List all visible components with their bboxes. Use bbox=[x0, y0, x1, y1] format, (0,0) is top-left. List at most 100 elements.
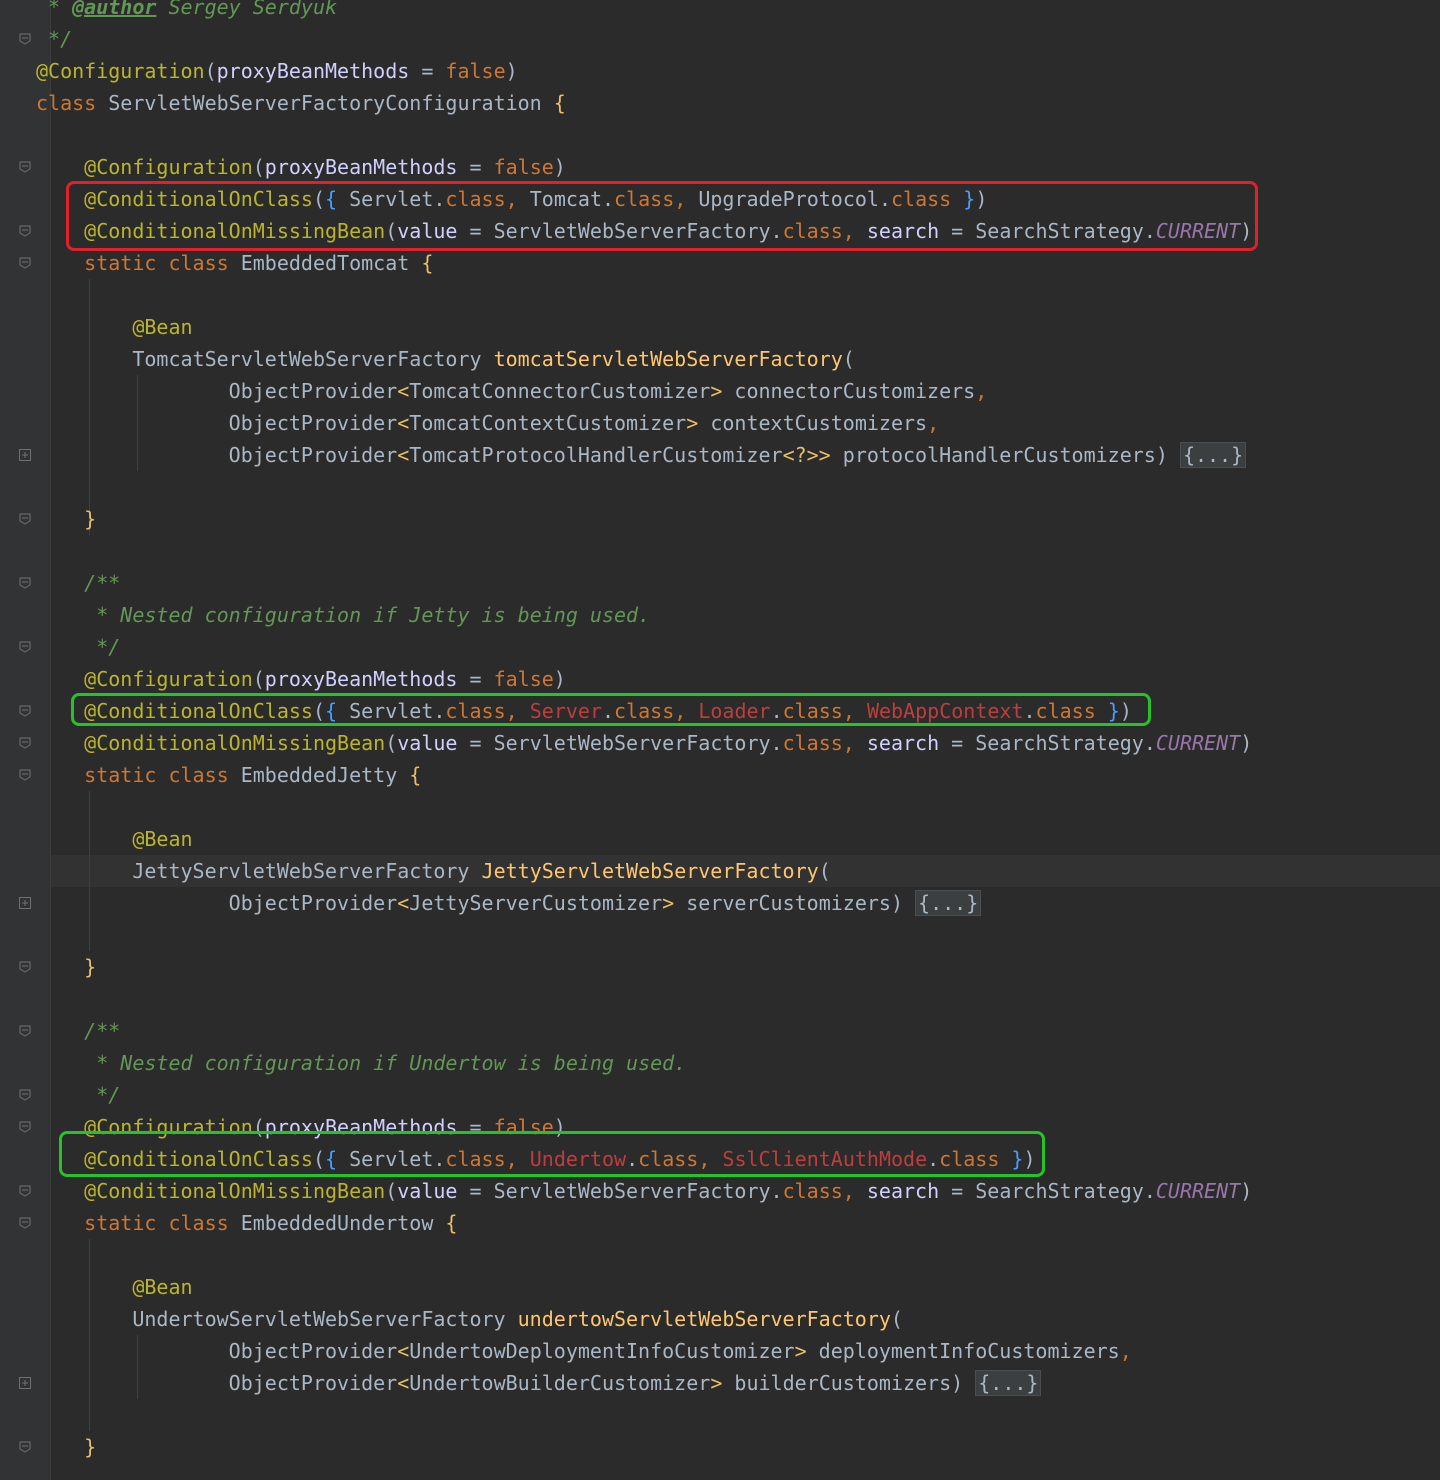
code-token: CURRENT bbox=[1155, 1179, 1241, 1203]
code-token: protocolHandlerCustomizers) bbox=[830, 443, 1180, 467]
code-line[interactable]: */ bbox=[36, 1079, 120, 1111]
code-token: tomcatServletWebServerFactory bbox=[493, 347, 843, 371]
code-token: @Bean bbox=[132, 315, 193, 339]
code-token: EmbeddedUndertow bbox=[240, 1211, 446, 1235]
code-line[interactable]: @Configuration(proxyBeanMethods = false) bbox=[36, 151, 566, 183]
code-token: < bbox=[397, 1339, 410, 1363]
code-line[interactable]: static class EmbeddedUndertow { bbox=[36, 1207, 457, 1239]
code-line[interactable]: * Nested configuration if Jetty is being… bbox=[36, 599, 650, 631]
folded-code-marker[interactable]: {...} bbox=[915, 890, 982, 916]
code-editor[interactable]: * @author Sergey Serdyuk */ @Configuratio… bbox=[0, 0, 1440, 1480]
code-token: < bbox=[397, 1371, 410, 1395]
code-line[interactable]: * @author Sergey Serdyuk bbox=[36, 0, 337, 23]
code-token: TomcatConnectorCustomizer bbox=[409, 379, 711, 403]
code-token: proxyBeanMethods bbox=[264, 667, 458, 691]
code-token: class bbox=[782, 731, 843, 755]
code-line[interactable]: /** bbox=[36, 567, 120, 599]
undertow-highlight-box bbox=[59, 1131, 1045, 1177]
code-token: ( bbox=[818, 859, 831, 883]
code-line[interactable]: */ bbox=[36, 23, 72, 55]
code-line[interactable]: @ConditionalOnMissingBean(value = Servle… bbox=[36, 1175, 1252, 1207]
code-token: TomcatServletWebServerFactory bbox=[36, 347, 494, 371]
code-line[interactable]: * Nested configuration if Undertow is be… bbox=[36, 1047, 686, 1079]
code-token: ) bbox=[1240, 731, 1253, 755]
code-token: ( bbox=[204, 59, 217, 83]
code-token: } bbox=[84, 507, 97, 531]
code-token: @Configuration bbox=[36, 59, 205, 83]
code-token: @Configuration bbox=[84, 667, 253, 691]
code-area[interactable]: * @author Sergey Serdyuk */ @Configuratio… bbox=[0, 0, 1440, 1480]
code-token: value bbox=[397, 1179, 458, 1203]
code-line[interactable]: /** bbox=[36, 1015, 120, 1047]
folded-code-marker[interactable]: {...} bbox=[975, 1370, 1042, 1396]
code-line[interactable]: JettyServletWebServerFactory JettyServle… bbox=[36, 855, 831, 887]
code-line[interactable]: ObjectProvider<UndertowDeploymentInfoCus… bbox=[36, 1335, 1132, 1367]
code-line[interactable]: ObjectProvider<TomcatContextCustomizer> … bbox=[36, 407, 939, 439]
code-line[interactable]: ObjectProvider<UndertowBuilderCustomizer… bbox=[36, 1367, 1042, 1399]
code-line[interactable]: static class EmbeddedJetty { bbox=[36, 759, 421, 791]
code-line[interactable]: } bbox=[36, 1431, 96, 1463]
code-line[interactable]: UndertowServletWebServerFactory undertow… bbox=[36, 1303, 903, 1335]
code-line[interactable]: } bbox=[36, 951, 96, 983]
code-token: { bbox=[445, 1211, 458, 1235]
code-line[interactable]: static class EmbeddedTomcat { bbox=[36, 247, 433, 279]
code-token: , bbox=[927, 411, 940, 435]
code-token: @ConditionalOnMissingBean bbox=[84, 1179, 386, 1203]
code-token: serverCustomizers) bbox=[674, 891, 916, 915]
code-token: * Nested configuration if Jetty is being… bbox=[96, 603, 651, 627]
code-token: ( bbox=[252, 155, 265, 179]
code-token: ObjectProvider bbox=[36, 1371, 398, 1395]
code-line[interactable]: ObjectProvider<TomcatConnectorCustomizer… bbox=[36, 375, 988, 407]
code-token: @ConditionalOnMissingBean bbox=[84, 731, 386, 755]
code-line[interactable]: class ServletWebServerFactoryConfigurati… bbox=[36, 87, 566, 119]
code-token: class bbox=[782, 1179, 843, 1203]
code-token: EmbeddedTomcat bbox=[240, 251, 422, 275]
code-token: = bbox=[457, 155, 494, 179]
code-token: ObjectProvider bbox=[36, 411, 398, 435]
code-line[interactable]: @Configuration(proxyBeanMethods = false) bbox=[36, 663, 566, 695]
code-line[interactable]: @Bean bbox=[36, 1271, 192, 1303]
code-line[interactable]: TomcatServletWebServerFactory tomcatServ… bbox=[36, 343, 855, 375]
code-line[interactable]: ObjectProvider<JettyServerCustomizer> se… bbox=[36, 887, 982, 919]
code-token: ( bbox=[842, 347, 855, 371]
tomcat-highlight-box bbox=[66, 181, 1258, 251]
code-token: = ServletWebServerFactory. bbox=[457, 1179, 783, 1203]
code-line[interactable]: } bbox=[36, 503, 96, 535]
code-token: ObjectProvider bbox=[36, 1339, 398, 1363]
code-token: contextCustomizers bbox=[698, 411, 928, 435]
code-line[interactable]: */ bbox=[36, 631, 120, 663]
code-token: */ bbox=[96, 635, 121, 659]
code-token: static class bbox=[84, 251, 241, 275]
code-token: , bbox=[842, 731, 867, 755]
code-token: false bbox=[493, 667, 554, 691]
code-token: ) bbox=[505, 59, 518, 83]
code-line[interactable]: @Bean bbox=[36, 823, 192, 855]
code-token: < bbox=[397, 379, 410, 403]
code-token: } bbox=[84, 955, 97, 979]
code-token: connectorCustomizers bbox=[722, 379, 976, 403]
code-token: ) bbox=[553, 667, 566, 691]
code-token: * Nested configuration if Undertow is be… bbox=[96, 1051, 687, 1075]
code-token: < bbox=[397, 443, 410, 467]
code-line[interactable]: @Configuration(proxyBeanMethods = false) bbox=[36, 55, 518, 87]
code-line[interactable]: @ConditionalOnMissingBean(value = Servle… bbox=[36, 727, 1252, 759]
code-token: /** bbox=[84, 1019, 121, 1043]
code-token: = bbox=[457, 667, 494, 691]
jetty-highlight-box bbox=[71, 693, 1151, 726]
code-line[interactable]: @Bean bbox=[36, 311, 193, 343]
folded-code-marker[interactable]: {...} bbox=[1179, 442, 1247, 468]
code-token: ( bbox=[252, 667, 265, 691]
code-token: JettyServletWebServerFactory bbox=[481, 859, 819, 883]
code-token: UndertowDeploymentInfoCustomizer bbox=[409, 1339, 795, 1363]
code-token: ServletWebServerFactoryConfiguration bbox=[108, 91, 554, 115]
code-line[interactable]: ObjectProvider<TomcatProtocolHandlerCust… bbox=[36, 439, 1247, 471]
